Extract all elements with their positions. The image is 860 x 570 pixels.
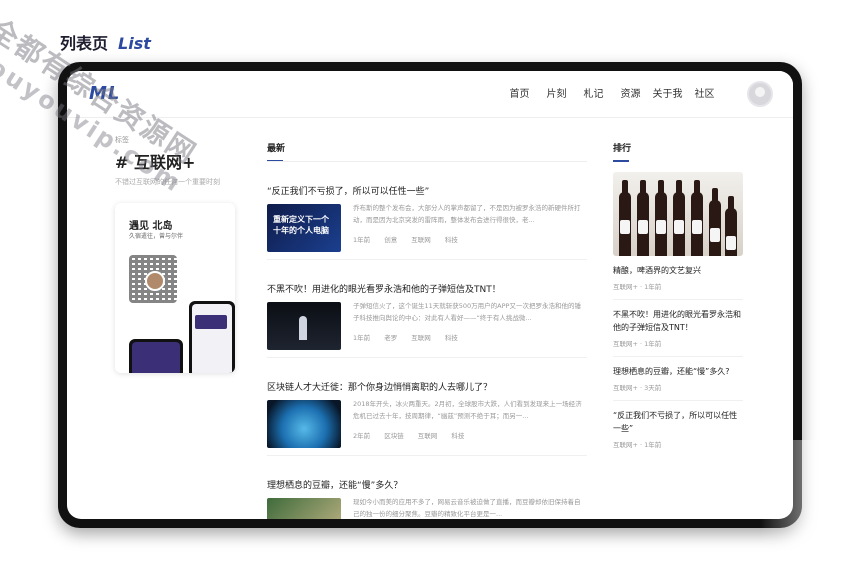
qr-avatar	[145, 271, 165, 291]
article-time: 1年前	[353, 236, 371, 244]
phone-mockup-right	[189, 301, 235, 373]
navbar: ML 首页 片刻 札记 资源 关于我 社区	[67, 71, 793, 118]
article-item[interactable]: 区块链人才大迁徙：那个你身边悄悄离职的人去哪儿了？ 2018年开头，冰火两重天。…	[267, 358, 587, 456]
thumbnail-text: 重新定义下一个十年的个人电脑	[273, 215, 329, 235]
article-time: 1年前	[353, 334, 371, 342]
nav-item-community[interactable]: 社区	[686, 85, 723, 100]
article-tag[interactable]: 互联网	[411, 334, 431, 342]
article-tag[interactable]: 创意	[384, 236, 397, 244]
ranking-item-title[interactable]: 精酿，啤酒界的文艺复兴	[613, 264, 743, 277]
tag-description: 不错过互联网的任何一个重要时刻	[115, 178, 220, 186]
article-thumbnail[interactable]: 重新定义下一个十年的个人电脑	[267, 204, 341, 252]
article-title[interactable]: 不黑不吹！用进化的眼光看罗永浩和他的子弹短信及TNT！	[267, 282, 501, 295]
ranking-section-title: 排行	[613, 144, 632, 154]
nav-item-notes[interactable]: 札记	[575, 85, 612, 100]
ranking-item-title[interactable]: 理想栖息的豆瓣，还能“慢”多久?	[613, 365, 743, 378]
ranking-section: 排行 精酿，啤酒界的文艺复兴 互联网+ · 1年前 不黑不吹！用进化的眼光看罗永…	[613, 141, 743, 457]
tag-header: 标签 # 互联网+ 不错过互联网的任何一个重要时刻	[115, 135, 245, 187]
ranking-item[interactable]: 精酿，啤酒界的文艺复兴 互联网+ · 1年前	[613, 256, 743, 300]
article-tag[interactable]: 互联网	[411, 236, 431, 244]
article-item[interactable]: “反正我们不亏损了，所以可以任性一些” 重新定义下一个十年的个人电脑 乔布斯的整…	[267, 162, 587, 260]
page-heading: 列表页 List	[60, 30, 151, 54]
article-excerpt: 乔布斯的整个发布会，大部分人的掌声都留了，不是因为被罗永浩的新硬件所打动，而是因…	[353, 204, 581, 224]
article-time: 2年前	[353, 432, 371, 440]
article-thumbnail[interactable]	[267, 498, 341, 519]
latest-section: 最新 “反正我们不亏损了，所以可以任性一些” 重新定义下一个十年的个人电脑 乔布…	[267, 141, 587, 519]
section-underline	[613, 160, 629, 162]
article-meta: 1年前 老罗 互联网 科技	[353, 332, 470, 342]
article-excerpt: 现如今小而美的应用不多了，网易云音乐被迫做了直播，而豆瓣却依旧保持着自己的独一份…	[353, 498, 581, 518]
article-excerpt: 子弹短信火了，这个诞生11天就斩获500万用户的APP又一次把罗永浩和他的锤子科…	[353, 302, 581, 322]
article-tag[interactable]: 科技	[445, 236, 458, 244]
user-avatar[interactable]	[747, 81, 773, 107]
article-title[interactable]: 区块链人才大迁徙：那个你身边悄悄离职的人去哪儿了？	[267, 380, 492, 393]
ranking-item-meta: 互联网+ · 1年前	[613, 441, 662, 449]
ranking-item-title[interactable]: 不黑不吹！用进化的眼光看罗永浩和他的子弹短信及TNT！	[613, 308, 743, 334]
ranking-item[interactable]: 理想栖息的豆瓣，还能“慢”多久? 互联网+ · 3天前	[613, 357, 743, 401]
ranking-item-meta: 互联网+ · 3天前	[613, 384, 662, 392]
nav-item-about[interactable]: 关于我	[649, 85, 686, 100]
nav-item-resources[interactable]: 资源	[612, 85, 649, 100]
article-item[interactable]: 不黑不吹！用进化的眼光看罗永浩和他的子弹短信及TNT！ 子弹短信火了，这个诞生1…	[267, 260, 587, 358]
ranking-item[interactable]: 不黑不吹！用进化的眼光看罗永浩和他的子弹短信及TNT！ 互联网+ · 1年前	[613, 300, 743, 357]
article-thumbnail[interactable]	[267, 302, 341, 350]
article-tag[interactable]: 科技	[451, 432, 464, 440]
nav-item-moment[interactable]: 片刻	[538, 85, 575, 100]
page-heading-cn: 列表页	[60, 34, 109, 53]
phone-mockup-left	[129, 339, 183, 373]
article-title[interactable]: “反正我们不亏损了，所以可以任性一些”	[267, 184, 429, 197]
ranking-item[interactable]: “反正我们不亏损了，所以可以任性一些” 互联网+ · 1年前	[613, 401, 743, 457]
nav-item-home[interactable]: 首页	[501, 85, 538, 100]
screen: ML 首页 片刻 札记 资源 关于我 社区 标签 # 互联网+ 不错过互联网的任…	[67, 71, 793, 519]
article-meta: 2年前 区块链 互联网 科技	[353, 430, 476, 440]
ranking-featured-image[interactable]	[613, 172, 743, 256]
article-title[interactable]: 理想栖息的豆瓣，还能“慢”多久？	[267, 478, 402, 491]
article-tag[interactable]: 科技	[445, 334, 458, 342]
promo-card[interactable]: 遇见 北岛 久宿遣往，曾与尔伴	[115, 203, 235, 373]
article-excerpt: 2018年开头，冰火两重天。2月初，全球股市大跌，人们看到发现来上一场经济危机已…	[353, 400, 582, 420]
promo-subtitle: 久宿遣往，曾与尔伴	[129, 233, 184, 240]
article-thumbnail[interactable]	[267, 400, 341, 448]
latest-section-title: 最新	[267, 144, 286, 154]
article-tag[interactable]: 互联网	[418, 432, 438, 440]
promo-title: 遇见 北岛	[129, 221, 173, 232]
article-tag[interactable]: 老罗	[384, 334, 397, 342]
ranking-item-meta: 互联网+ · 1年前	[613, 340, 662, 348]
article-meta: 1年前 创意 互联网 科技	[353, 234, 470, 244]
ranking-item-title[interactable]: “反正我们不亏损了，所以可以任性一些”	[613, 409, 743, 435]
article-tag[interactable]: 区块链	[384, 432, 404, 440]
tag-title: # 互联网+	[115, 153, 196, 172]
site-logo[interactable]: ML	[89, 83, 120, 104]
laptop-frame: ML 首页 片刻 札记 资源 关于我 社区 标签 # 互联网+ 不错过互联网的任…	[58, 62, 802, 528]
ranking-item-meta: 互联网+ · 1年前	[613, 283, 662, 291]
corner-fade	[760, 440, 860, 570]
article-item[interactable]: 理想栖息的豆瓣，还能“慢”多久？ 现如今小而美的应用不多了，网易云音乐被迫做了直…	[267, 456, 587, 519]
nav-menu: 首页 片刻 札记 资源 关于我 社区	[501, 85, 723, 100]
tag-label: 标签	[115, 136, 129, 144]
page-heading-en: List	[118, 34, 151, 53]
